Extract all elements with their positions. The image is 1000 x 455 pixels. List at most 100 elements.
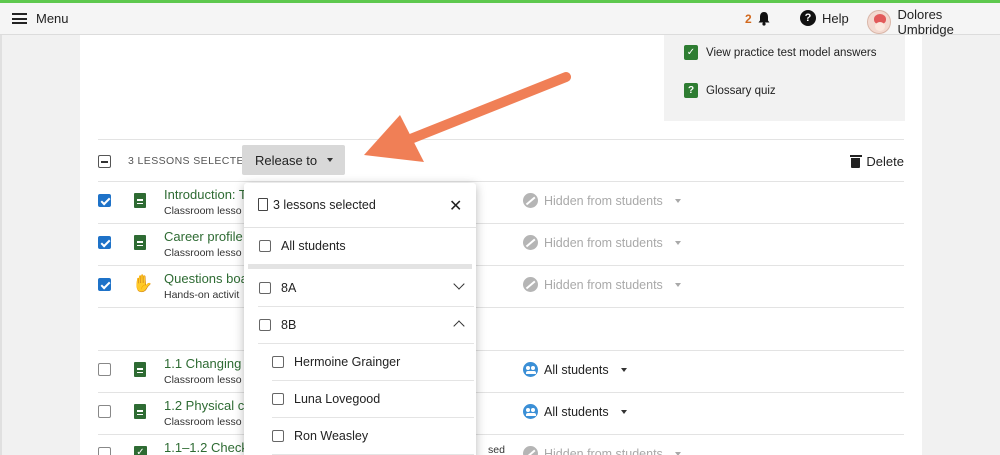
hand-icon: ✋ (132, 274, 154, 293)
eye-slash-icon (523, 193, 538, 208)
checkbox[interactable] (259, 318, 271, 331)
visibility-dropdown[interactable]: All students (523, 404, 627, 419)
lesson-row[interactable]: ✋ Questions boa Hands-on activit Hidden … (98, 265, 904, 307)
lesson-row[interactable]: 1.2 Physical ch Classroom lesso All stud… (98, 392, 904, 434)
selected-count: 3 LESSONS SELECTED (128, 155, 252, 167)
resource-glossary-quiz[interactable]: ? Glossary quiz (684, 83, 776, 98)
lesson-row[interactable]: 1.1 Changing r Classroom lesso All stude… (98, 350, 904, 392)
release-to-button[interactable]: Release to (242, 145, 345, 175)
caret-down-icon (674, 451, 681, 455)
group-8a[interactable]: 8A (259, 269, 465, 306)
lesson-checkbox[interactable] (98, 194, 111, 207)
visibility-label: Hidden from students (544, 277, 663, 292)
trash-icon (849, 154, 862, 168)
group-8b[interactable]: 8B (259, 306, 465, 343)
select-all-checkbox[interactable] (98, 155, 111, 168)
menu-button[interactable]: Menu (12, 11, 69, 26)
lesson-checkbox[interactable] (98, 405, 111, 418)
student-name: Hermoine Grainger (294, 354, 401, 369)
notifications-button[interactable]: 2 (745, 11, 771, 26)
visibility-label: All students (544, 404, 609, 419)
question-book-icon: ? (684, 83, 698, 98)
lesson-type: Classroom lesso (164, 374, 242, 386)
lesson-type: Hands-on activit (164, 289, 240, 301)
menu-label: Menu (36, 11, 69, 26)
visibility-label: Hidden from students (544, 193, 663, 208)
student-option[interactable]: Ron Weasley (272, 417, 462, 454)
document-icon (134, 362, 146, 377)
bell-icon (758, 12, 770, 26)
visibility-dropdown[interactable]: Hidden from students (523, 446, 681, 455)
lesson-type-trailing: sed (488, 444, 505, 455)
option-all-students[interactable]: All students (259, 227, 463, 264)
lesson-type: Classroom lesso (164, 416, 242, 428)
bulk-action-bar: 3 LESSONS SELECTED Release to Delete (98, 145, 904, 181)
checkbox[interactable] (259, 239, 271, 252)
help-button[interactable]: ? Help (800, 10, 849, 26)
lesson-row[interactable]: Career profile Classroom lesso Hidden fr… (98, 223, 904, 265)
clipboard-icon (258, 198, 268, 211)
help-icon: ? (800, 10, 816, 26)
document-icon (134, 235, 146, 250)
lesson-type: Classroom lesso (164, 247, 242, 259)
lesson-row[interactable]: Introduction: T Classroom lesso Hidden f… (98, 181, 904, 223)
checklist-icon: ✓ (684, 45, 698, 60)
visibility-dropdown[interactable]: Hidden from students (523, 193, 681, 208)
lesson-title[interactable]: Career profile (164, 229, 243, 244)
student-option[interactable]: Hermoine Grainger (272, 343, 462, 380)
release-to-dropdown: 3 lessons selected ✕ All students 8A 8B … (244, 183, 476, 455)
lesson-title[interactable]: 1.2 Physical ch (164, 398, 251, 413)
checkbox[interactable] (272, 355, 284, 368)
lesson-row[interactable]: ✓ 1.1–1.2 Check sed Hidden from students (98, 434, 904, 455)
caret-down-icon (620, 409, 627, 414)
caret-down-icon (674, 198, 681, 203)
checkbox[interactable] (272, 429, 284, 442)
help-label: Help (822, 10, 849, 26)
delete-button[interactable]: Delete (849, 154, 904, 169)
lesson-title[interactable]: 1.1–1.2 Check (164, 440, 248, 455)
visibility-label: Hidden from students (544, 235, 663, 250)
eye-slash-icon (523, 277, 538, 292)
lesson-title[interactable]: Introduction: T (164, 187, 247, 202)
lesson-title[interactable]: Questions boa (164, 271, 248, 286)
resource-practice-answers[interactable]: ✓ View practice test model answers (684, 45, 876, 60)
checkbox[interactable] (272, 392, 284, 405)
release-to-label: Release to (255, 152, 318, 168)
caret-down-icon (674, 240, 681, 245)
chevron-down-icon[interactable] (453, 278, 465, 290)
hamburger-icon (12, 13, 27, 24)
avatar (867, 10, 891, 34)
caret-down-icon (620, 367, 627, 372)
lesson-checkbox[interactable] (98, 363, 111, 376)
divider (98, 307, 904, 308)
notification-count: 2 (745, 11, 752, 26)
visibility-label: All students (544, 362, 609, 377)
document-icon (134, 193, 146, 208)
lesson-checkbox[interactable] (98, 447, 111, 455)
visibility-dropdown[interactable]: Hidden from students (523, 277, 681, 292)
visibility-dropdown[interactable]: Hidden from students (523, 235, 681, 250)
chevron-up-icon[interactable] (453, 320, 465, 332)
user-menu[interactable]: Dolores Umbridge (867, 7, 1000, 37)
student-name: Luna Lovegood (294, 391, 381, 406)
main-panel: ✓ View practice test model answers ? Glo… (80, 35, 922, 455)
left-gutter (0, 35, 2, 455)
caret-down-icon (674, 282, 681, 287)
top-bar: Menu 2 ? Help Dolores Umbridge (0, 0, 1000, 37)
checkmark-icon: ✓ (134, 446, 147, 455)
divider (98, 139, 904, 140)
lesson-checkbox[interactable] (98, 278, 111, 291)
caret-down-icon (327, 158, 334, 162)
group-label: 8B (281, 317, 297, 332)
user-name: Dolores Umbridge (897, 7, 954, 37)
checkbox[interactable] (259, 281, 271, 294)
lesson-checkbox[interactable] (98, 236, 111, 249)
close-icon[interactable]: ✕ (449, 196, 462, 216)
group-label: 8A (281, 280, 297, 295)
visibility-dropdown[interactable]: All students (523, 362, 627, 377)
people-icon (523, 362, 538, 377)
document-icon (134, 404, 146, 419)
dropdown-header: 3 lessons selected ✕ (244, 183, 476, 228)
lesson-title[interactable]: 1.1 Changing r (164, 356, 249, 371)
student-option[interactable]: Luna Lovegood (272, 380, 462, 417)
